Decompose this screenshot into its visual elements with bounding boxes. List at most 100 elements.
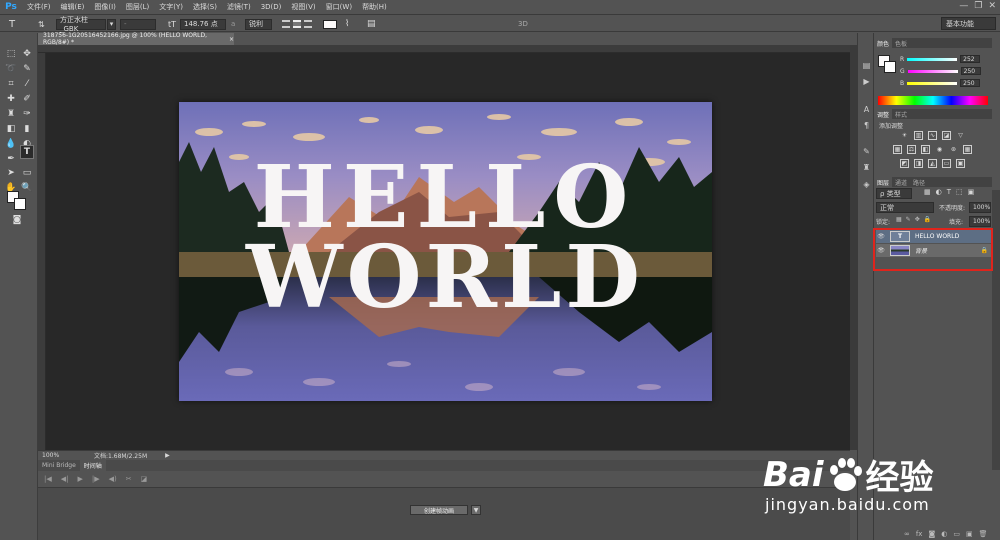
restore-button[interactable]: ❐: [974, 1, 982, 11]
b-value-field[interactable]: 250: [960, 79, 981, 87]
blur-tool-icon[interactable]: 💧: [4, 137, 18, 151]
first-frame-icon[interactable]: |◀: [44, 475, 52, 483]
zoom-level[interactable]: 100%: [42, 452, 72, 459]
exposure-icon[interactable]: ◪: [942, 131, 951, 140]
tab-mini-bridge[interactable]: Mini Bridge: [38, 460, 80, 471]
paragraph-icon[interactable]: ¶: [860, 119, 873, 131]
document-tab[interactable]: 318756-1G20516452166.jpg @ 100% (HELLO W…: [38, 32, 234, 46]
tab-timeline[interactable]: 时间轴: [79, 460, 106, 471]
brush-presets-icon[interactable]: ✎: [860, 145, 873, 157]
r-slider[interactable]: [907, 57, 958, 61]
next-frame-icon[interactable]: |▶: [92, 475, 100, 483]
move-tool-icon[interactable]: ✥: [20, 47, 34, 61]
menu-help[interactable]: 帮助(H): [357, 2, 392, 12]
lasso-tool-icon[interactable]: ➰: [4, 62, 18, 76]
menu-view[interactable]: 视图(V): [286, 2, 320, 12]
opacity-field[interactable]: 100%: [969, 202, 991, 213]
scissors-icon[interactable]: ✂: [126, 475, 132, 483]
lock-transparent-icon[interactable]: ▦: [896, 216, 902, 223]
font-family-select[interactable]: 方正水柱_GBK: [56, 16, 106, 33]
filter-type-icon[interactable]: T: [947, 188, 951, 196]
menu-3d[interactable]: 3D(D): [256, 3, 287, 11]
create-animation-dropdown[interactable]: ▼: [471, 505, 481, 515]
gradient-tool-icon[interactable]: ▮: [20, 122, 34, 136]
text-orientation-icon[interactable]: ⇅: [38, 18, 45, 30]
type-tool-icon-active[interactable]: T: [20, 145, 34, 159]
b-slider[interactable]: [907, 81, 958, 85]
text-color-swatch[interactable]: [323, 19, 337, 29]
menu-window[interactable]: 窗口(W): [321, 2, 357, 12]
color-spectrum-bar[interactable]: [878, 96, 988, 105]
tab-paths[interactable]: 路径: [910, 177, 928, 187]
clone-stamp-icon[interactable]: ♜: [4, 107, 18, 121]
close-window-button[interactable]: ✕: [988, 1, 996, 11]
filter-shape-icon[interactable]: ⬚: [956, 188, 963, 196]
world-text[interactable]: WORLD: [245, 227, 644, 328]
lock-all-icon[interactable]: 🔒: [924, 216, 931, 223]
black-white-icon[interactable]: ◧: [921, 145, 930, 154]
history-brush-icon[interactable]: ✑: [20, 107, 34, 121]
3d-mode-label[interactable]: 3D: [518, 18, 528, 30]
properties-icon[interactable]: ◈: [860, 178, 873, 190]
transition-icon[interactable]: ◪: [141, 475, 148, 483]
filter-pixel-icon[interactable]: ▦: [924, 188, 931, 196]
g-slider[interactable]: [907, 69, 958, 73]
color-panel-swatch-bg[interactable]: [884, 61, 896, 73]
workspace-select[interactable]: 基本功能: [941, 17, 996, 30]
vibrance-icon[interactable]: ▽: [956, 131, 965, 140]
align-left-icon[interactable]: [282, 20, 290, 28]
font-family-arrow[interactable]: ▾: [107, 18, 116, 30]
menu-edit[interactable]: 编辑(E): [56, 2, 90, 12]
play-icon[interactable]: ▶: [78, 475, 83, 483]
clone-source-icon[interactable]: ♜: [860, 161, 873, 173]
eyedropper-tool-icon[interactable]: ⁄: [20, 77, 34, 91]
threshold-icon[interactable]: ◭: [928, 159, 937, 168]
menu-filter[interactable]: 滤镜(T): [222, 2, 256, 12]
font-style-select[interactable]: -: [120, 18, 156, 30]
tab-styles[interactable]: 样式: [892, 109, 910, 119]
character-panel-icon[interactable]: ▤: [367, 18, 376, 30]
zoom-tool-icon[interactable]: 🔍: [20, 181, 34, 195]
history-icon[interactable]: ▤: [860, 59, 873, 71]
character-icon[interactable]: A: [860, 103, 873, 115]
g-value-field[interactable]: 250: [960, 67, 981, 75]
canvas-vertical-scrollbar[interactable]: [850, 45, 857, 450]
menu-layer[interactable]: 图层(L): [121, 2, 154, 12]
prev-frame-icon[interactable]: ◀|: [61, 475, 69, 483]
quick-mask-icon[interactable]: ◙: [10, 213, 24, 227]
warp-text-icon[interactable]: ⌇: [345, 18, 349, 30]
lock-pixels-icon[interactable]: ✎: [906, 216, 911, 223]
blend-mode-select[interactable]: 正常: [876, 202, 934, 213]
type-tool-icon[interactable]: T: [9, 18, 15, 30]
photo-filter-icon[interactable]: ◉: [935, 145, 944, 154]
font-size-field[interactable]: 148.76 点: [180, 18, 226, 30]
healing-brush-icon[interactable]: ✚: [4, 92, 18, 106]
filter-smart-icon[interactable]: ▣: [968, 188, 975, 196]
minimize-button[interactable]: —: [959, 1, 968, 11]
r-value-field[interactable]: 252: [960, 55, 981, 63]
path-select-icon[interactable]: ➤: [4, 166, 18, 180]
tab-channels[interactable]: 通道: [892, 177, 910, 187]
color-lookup-icon[interactable]: ▦: [963, 145, 972, 154]
status-menu-arrow[interactable]: ▶: [165, 452, 170, 459]
panel-scrollbar[interactable]: [992, 190, 1000, 470]
tab-color[interactable]: 颜色: [874, 38, 893, 48]
pen-tool-icon[interactable]: ✒: [4, 152, 18, 166]
invert-icon[interactable]: ◩: [900, 159, 909, 168]
layer-filter-select[interactable]: ρ 类型: [876, 188, 912, 199]
curves-icon[interactable]: ∿: [928, 131, 937, 140]
brightness-icon[interactable]: ☀: [900, 131, 909, 140]
filter-adjust-icon[interactable]: ◐: [936, 188, 942, 196]
gradient-map-icon[interactable]: ▭: [942, 159, 951, 168]
menu-type[interactable]: 文字(Y): [154, 2, 188, 12]
actions-icon[interactable]: ▶: [860, 75, 873, 87]
align-center-icon[interactable]: [293, 20, 301, 28]
lock-position-icon[interactable]: ✥: [915, 216, 920, 223]
color-balance-icon[interactable]: ⚖: [907, 145, 916, 154]
audio-icon[interactable]: ◀): [109, 475, 117, 483]
brush-tool-icon[interactable]: ✐: [20, 92, 34, 106]
quick-select-tool-icon[interactable]: ✎: [20, 62, 34, 76]
rectangle-tool-icon[interactable]: ▭: [20, 166, 34, 180]
marquee-tool-icon[interactable]: ⬚: [4, 47, 18, 61]
tab-swatches[interactable]: 色板: [892, 38, 910, 48]
